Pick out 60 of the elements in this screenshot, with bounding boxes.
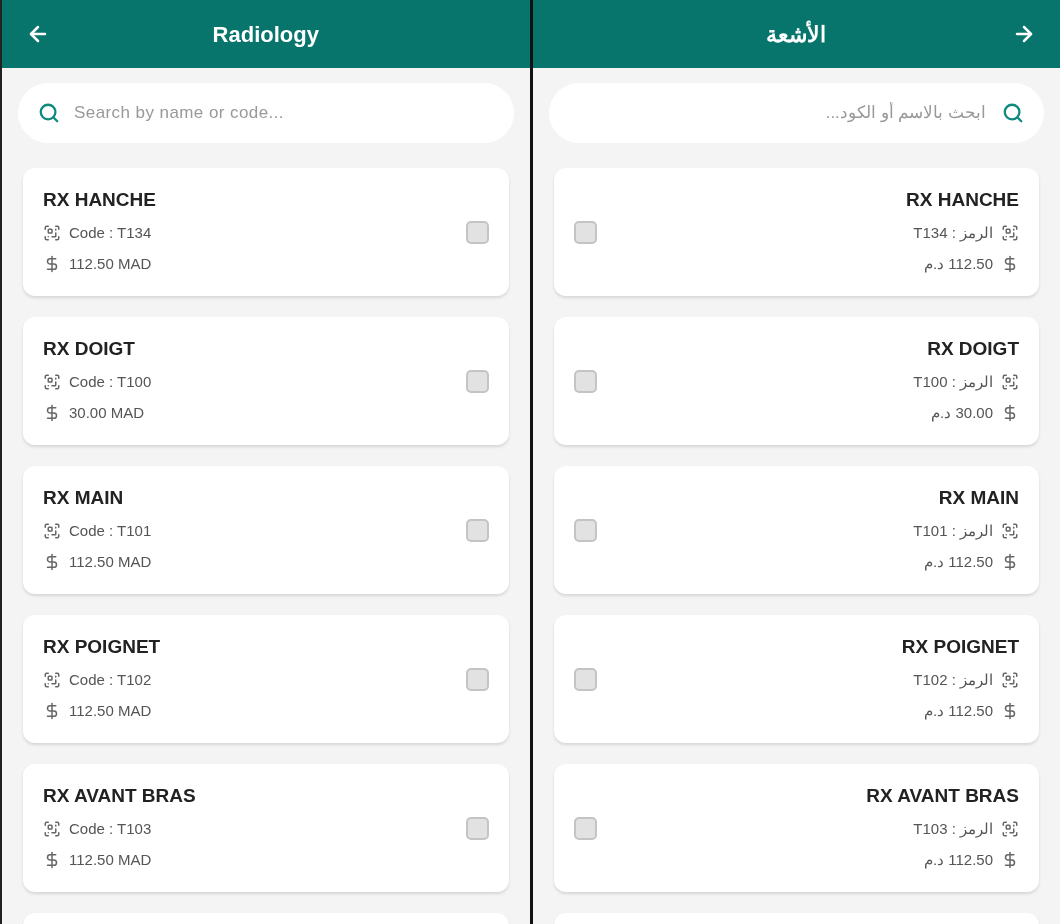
checkbox[interactable] xyxy=(465,370,489,393)
header-title: Radiology xyxy=(212,20,319,49)
checkbox[interactable] xyxy=(465,668,489,691)
exam-card[interactable]: RX POIGNET Code : T102 112.50 MAD xyxy=(23,615,509,743)
exam-card[interactable]: RX MAIN Code : T101 112.50 MAD xyxy=(23,466,509,594)
exam-name: RX HANCHE xyxy=(43,188,157,212)
exam-name: RX AVANT BRAS xyxy=(43,784,197,808)
search-icon xyxy=(38,102,60,124)
exam-name: RX HANCHE xyxy=(905,188,1019,212)
qr-code-icon xyxy=(43,224,61,243)
exam-code: Code : T102 xyxy=(69,670,152,690)
search-icon xyxy=(1002,102,1024,124)
qr-code-icon xyxy=(1001,671,1019,690)
exam-name: RX DOIGT xyxy=(43,337,136,361)
exam-name: RX AVANT BRAS xyxy=(865,784,1019,808)
checkbox[interactable] xyxy=(573,668,597,691)
exam-price: 112.50 د.م xyxy=(923,551,993,573)
exam-name: RX POIGNET xyxy=(43,635,162,659)
qr-code-icon xyxy=(43,820,61,839)
exam-code: الرمز : T101 xyxy=(913,521,993,542)
exam-code: Code : T103 xyxy=(69,819,152,839)
exam-code: الرمز : T102 xyxy=(913,670,993,691)
exam-code: Code : T101 xyxy=(69,521,152,541)
exam-price: 30.00 MAD xyxy=(69,402,145,423)
qr-code-icon xyxy=(1001,224,1019,243)
checkbox[interactable] xyxy=(465,817,489,840)
qr-code-icon xyxy=(43,522,61,541)
exam-name: RX POIGNET xyxy=(900,635,1019,659)
qr-code-icon xyxy=(43,373,61,392)
exam-price: 112.50 د.م xyxy=(923,700,993,722)
exam-name: RX MAIN xyxy=(43,486,125,510)
exam-code: الرمز : T134 xyxy=(913,223,993,244)
qr-code-icon xyxy=(1001,373,1019,392)
checkbox[interactable] xyxy=(573,221,597,244)
qr-code-icon xyxy=(1001,820,1019,839)
qr-code-icon xyxy=(1001,522,1019,541)
exam-code: الرمز : T100 xyxy=(913,372,993,393)
exam-price: 112.50 MAD xyxy=(69,253,152,274)
header-title: الأشعة xyxy=(766,19,827,49)
exam-card[interactable]: RX DOIGT Code : T100 30.00 MAD xyxy=(23,317,509,445)
exam-price: 30.00 د.م xyxy=(931,402,993,424)
qr-code-icon xyxy=(43,671,61,690)
checkbox[interactable] xyxy=(465,221,489,244)
exam-price: 112.50 MAD xyxy=(69,849,152,870)
exam-code: الرمز : T103 xyxy=(913,819,993,840)
exam-price: 112.50 د.م xyxy=(923,253,993,275)
checkbox[interactable] xyxy=(573,817,597,840)
exam-name: RX MAIN xyxy=(937,486,1019,510)
exam-code: Code : T100 xyxy=(69,372,152,392)
exam-card[interactable]: RX AVANT BRAS Code : T103 112.50 MAD xyxy=(23,764,509,892)
search-field[interactable]: Search by name or code... xyxy=(18,83,514,143)
exam-card[interactable]: RX HANCHE Code : T134 112.50 MAD xyxy=(23,168,509,296)
checkbox[interactable] xyxy=(573,519,597,542)
exam-price: 112.50 MAD xyxy=(69,551,152,572)
exam-name: RX DOIGT xyxy=(926,337,1019,361)
exam-price: 112.50 د.م xyxy=(923,849,993,871)
checkbox[interactable] xyxy=(573,370,597,393)
checkbox[interactable] xyxy=(465,519,489,542)
exam-price: 112.50 MAD xyxy=(69,700,152,721)
exam-code: Code : T134 xyxy=(69,223,152,243)
